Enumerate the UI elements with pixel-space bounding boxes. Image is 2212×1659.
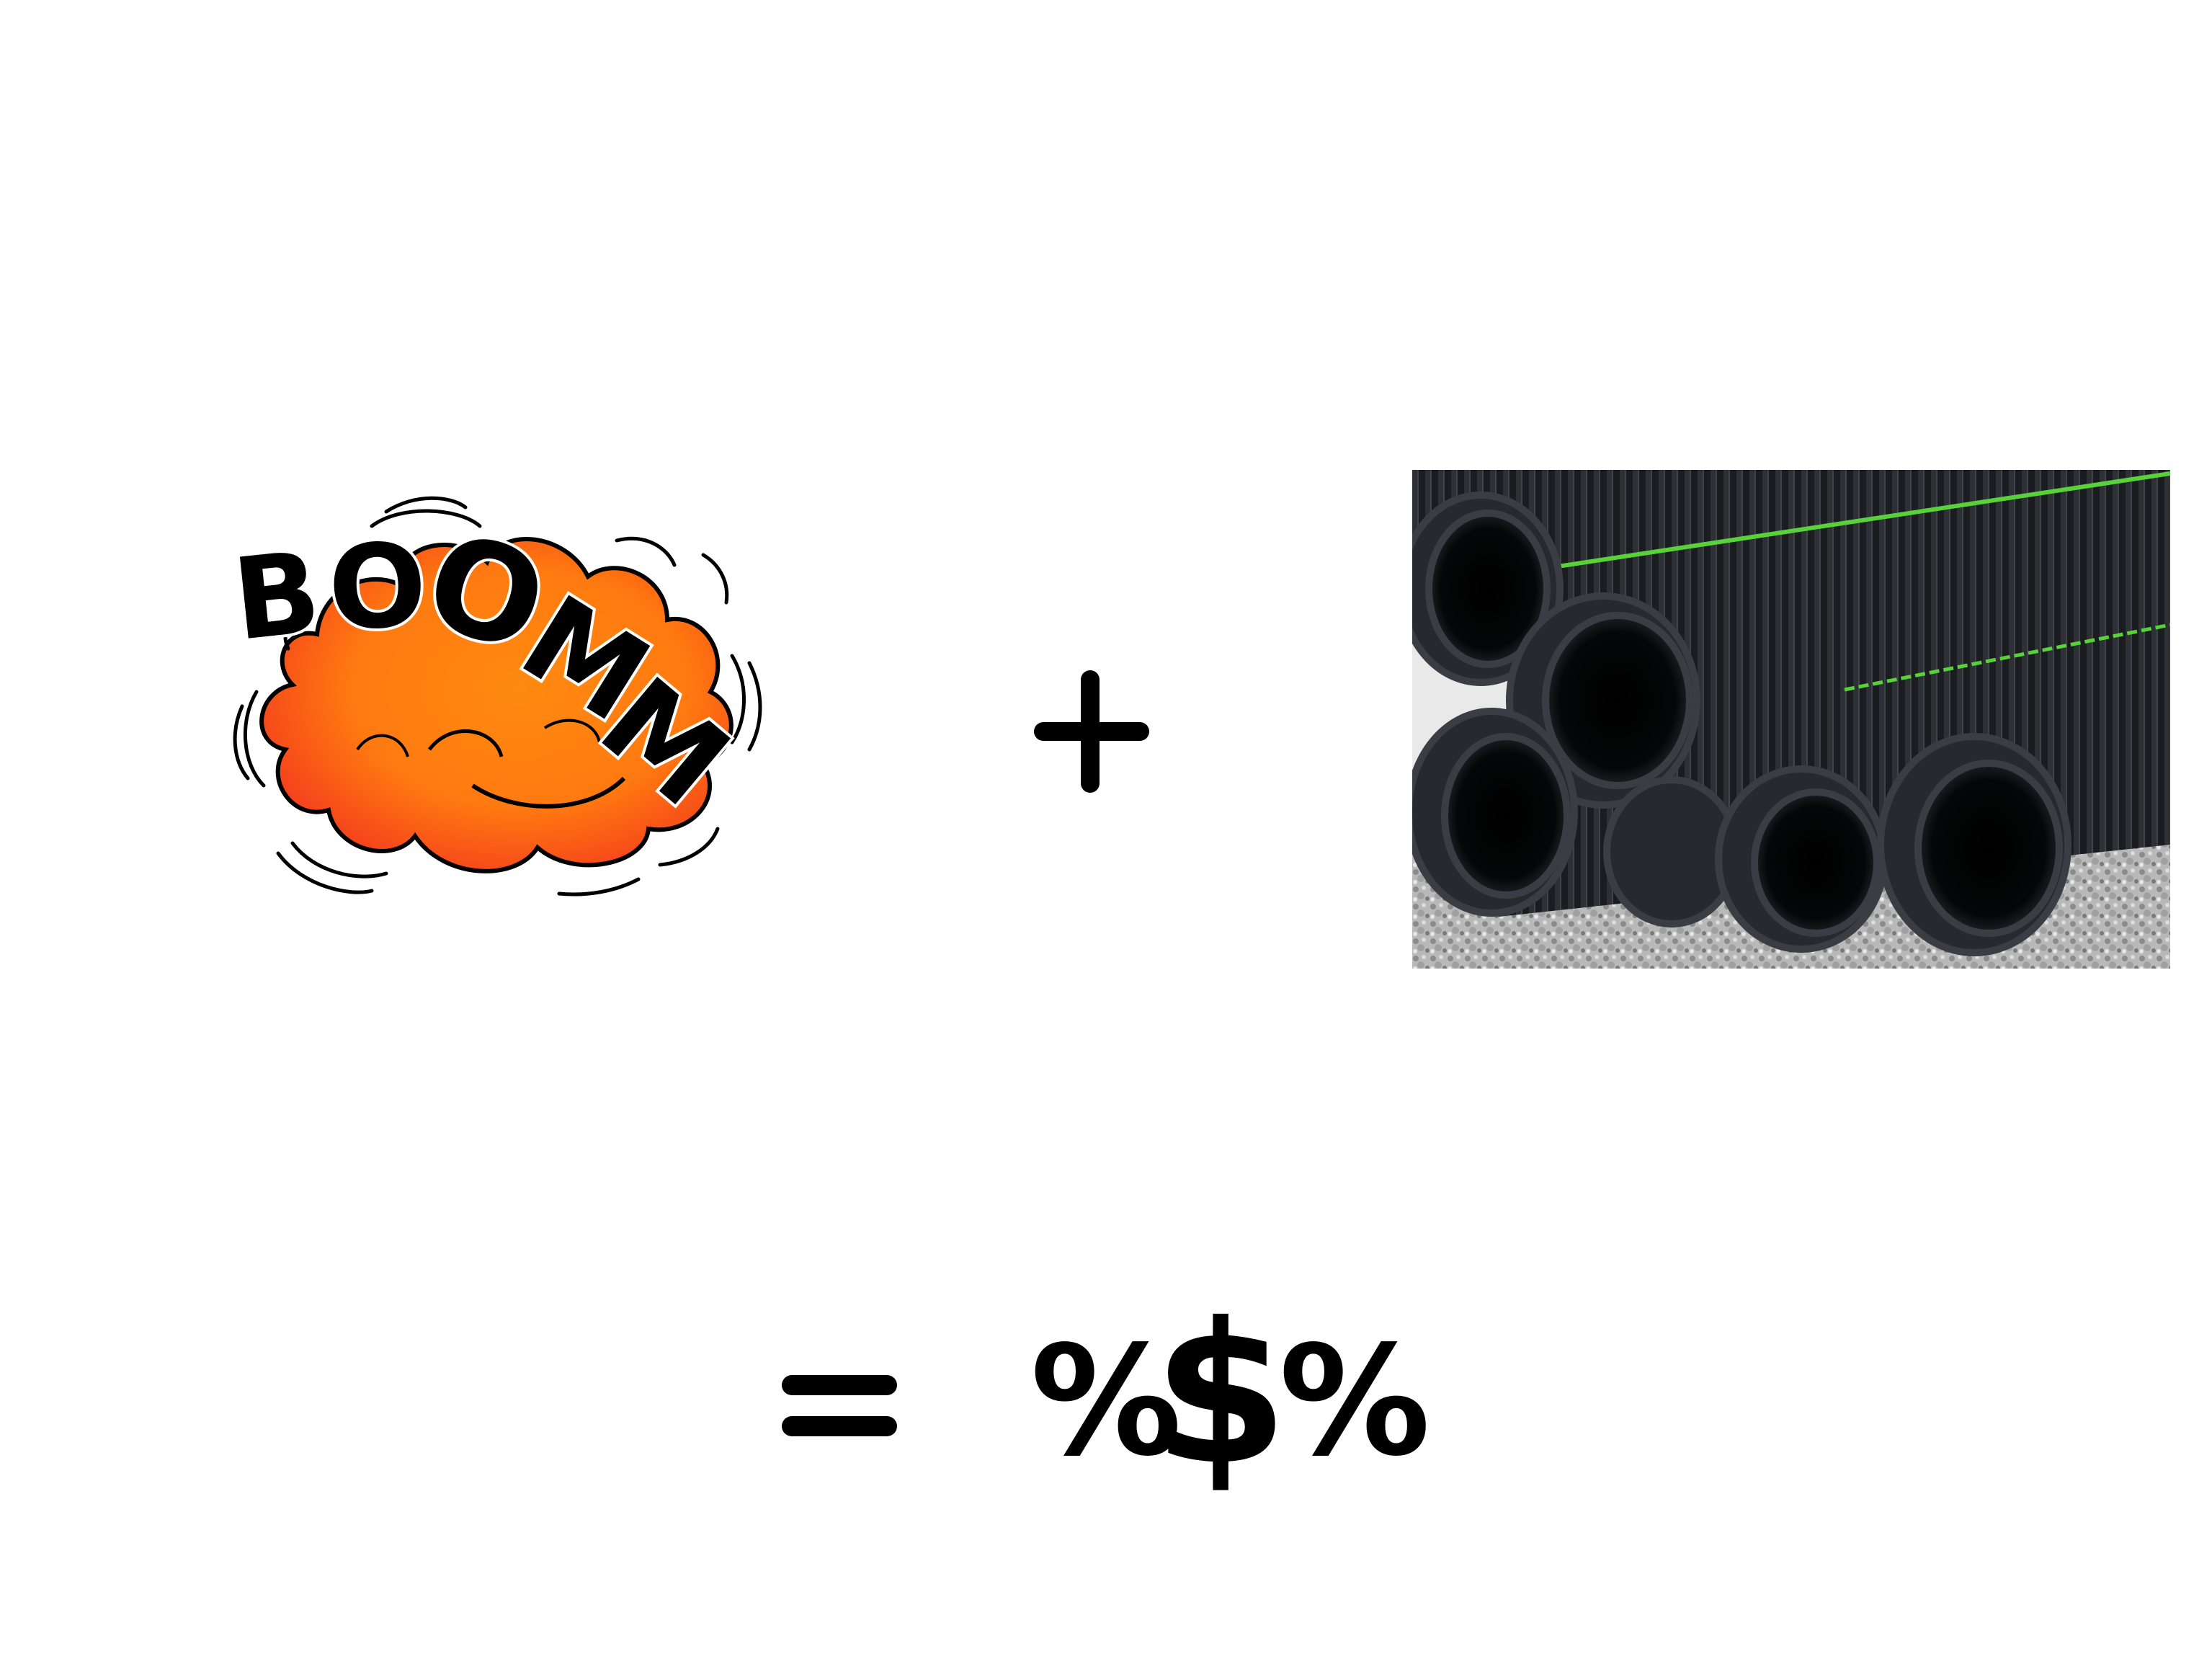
plus-operator bbox=[1034, 670, 1149, 793]
dollar-symbol: $ bbox=[1153, 1281, 1288, 1508]
corrugated-pipes-image bbox=[1412, 470, 2170, 969]
boom-explosion-illustration: B O O M M bbox=[228, 496, 762, 897]
equals-sign-top-bar bbox=[782, 1375, 897, 1395]
equals-sign-bottom-bar bbox=[782, 1416, 897, 1436]
result-equation: % $ % bbox=[764, 1281, 1430, 1513]
svg-text:B: B bbox=[228, 526, 326, 665]
percent-symbol-right: % bbox=[1279, 1313, 1431, 1490]
